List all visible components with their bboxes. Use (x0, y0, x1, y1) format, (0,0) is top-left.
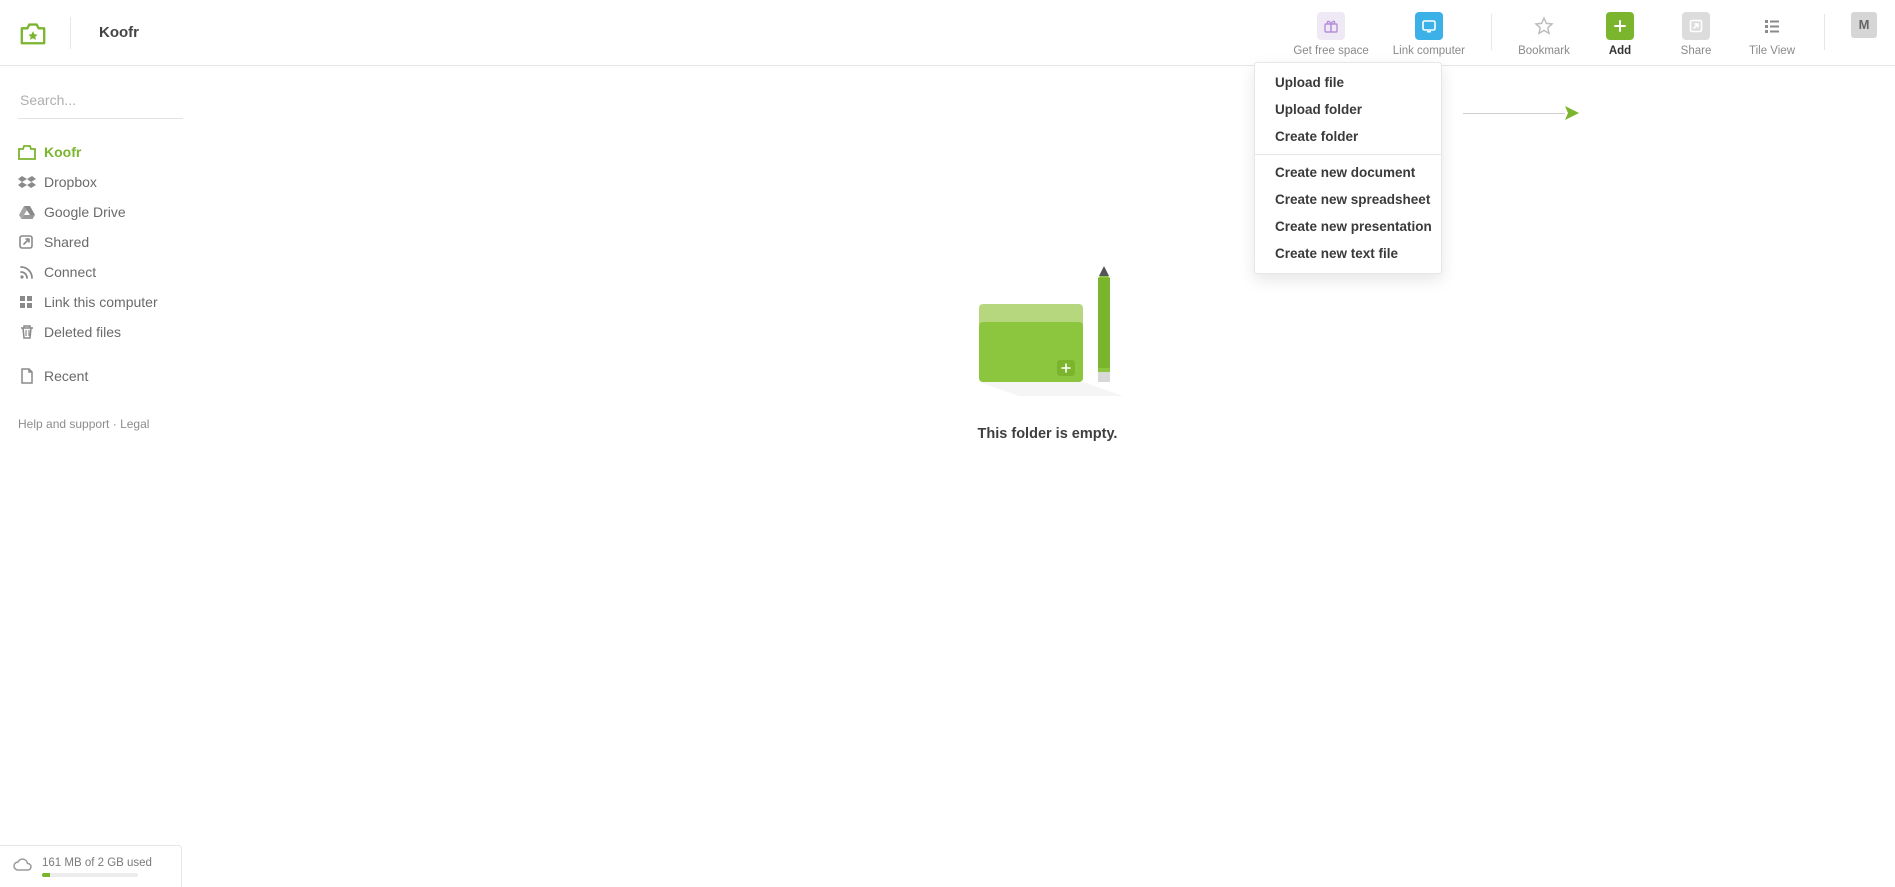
add-button[interactable]: Add (1594, 8, 1646, 58)
storage-widget[interactable]: 161 MB of 2 GB used (0, 845, 182, 887)
dropbox-icon (18, 174, 44, 190)
empty-folder-illustration (973, 266, 1123, 396)
avatar[interactable]: M (1851, 12, 1877, 38)
cloud-icon (12, 857, 32, 876)
bookmark-label: Bookmark (1518, 44, 1570, 58)
sidebar-footer: Help and support · Legal (18, 417, 200, 431)
empty-message: This folder is empty. (978, 426, 1118, 442)
storage-text: 161 MB of 2 GB used (42, 857, 152, 869)
grid-icon (18, 294, 44, 310)
sidebar-item-label: Connect (44, 264, 96, 280)
legal-link[interactable]: Legal (120, 417, 149, 431)
dd-upload-file[interactable]: Upload file (1255, 69, 1441, 96)
gdrive-icon (18, 204, 44, 220)
sidebar-item-label: Recent (44, 368, 88, 384)
sidebar-item-koofr[interactable]: Koofr (18, 137, 200, 167)
sidebar-item-dropbox[interactable]: Dropbox (18, 167, 200, 197)
add-label: Add (1609, 44, 1631, 58)
share-label: Share (1681, 44, 1712, 58)
dd-new-presentation[interactable]: Create new presentation (1255, 213, 1441, 240)
app-logo[interactable] (18, 19, 48, 47)
top-separator (1491, 14, 1492, 50)
add-dropdown: Upload file Upload folder Create folder … (1254, 62, 1442, 274)
breadcrumb[interactable]: Koofr (99, 24, 139, 41)
sidebar-item-gdrive[interactable]: Google Drive (18, 197, 200, 227)
trash-icon (18, 324, 44, 340)
empty-state: This folder is empty. (973, 266, 1123, 442)
gift-icon (1317, 12, 1345, 40)
sidebar-item-connect[interactable]: Connect (18, 257, 200, 287)
share-button[interactable]: Share (1670, 8, 1722, 58)
bookmark-button[interactable]: Bookmark (1518, 8, 1570, 58)
dd-separator (1255, 154, 1441, 155)
sidebar-item-label: Koofr (44, 144, 81, 160)
link-computer-button[interactable]: Link computer (1393, 8, 1465, 58)
arrow-head-icon (1565, 106, 1579, 120)
storage-bar-fill (42, 873, 50, 877)
sidebar-item-deleted[interactable]: Deleted files (18, 317, 200, 347)
hint-arrow (1463, 106, 1579, 120)
sidebar-item-label: Google Drive (44, 204, 126, 220)
rss-icon (18, 264, 44, 280)
get-free-space-label: Get free space (1293, 44, 1368, 58)
get-free-space-button[interactable]: Get free space (1293, 8, 1368, 58)
main-area: This folder is empty. (200, 66, 1895, 887)
dd-upload-folder[interactable]: Upload folder (1255, 96, 1441, 123)
search-input[interactable] (18, 84, 183, 119)
tile-view-button[interactable]: Tile View (1746, 8, 1798, 58)
sidebar: Koofr Dropbox Google Drive Shared Connec… (0, 66, 200, 887)
storage-bar (42, 873, 138, 877)
sidebar-item-recent[interactable]: Recent (18, 361, 200, 391)
dd-new-document[interactable]: Create new document (1255, 159, 1441, 186)
top-divider (70, 17, 71, 49)
sidebar-item-label: Dropbox (44, 174, 97, 190)
dd-new-textfile[interactable]: Create new text file (1255, 240, 1441, 267)
sidebar-item-label: Link this computer (44, 294, 158, 310)
tile-view-icon (1758, 12, 1786, 40)
tile-view-label: Tile View (1749, 44, 1795, 58)
star-icon (1530, 12, 1558, 40)
top-separator-2 (1824, 14, 1825, 50)
share-icon (1682, 12, 1710, 40)
link-computer-label: Link computer (1393, 44, 1465, 58)
dd-new-spreadsheet[interactable]: Create new spreadsheet (1255, 186, 1441, 213)
topbar: Koofr Get free space Link computer Bookm… (0, 0, 1895, 66)
help-link[interactable]: Help and support (18, 417, 109, 431)
shared-icon (18, 234, 44, 250)
sidebar-item-label: Shared (44, 234, 89, 250)
plus-icon (1606, 12, 1634, 40)
top-actions: Get free space Link computer Bookmark Ad… (1281, 8, 1877, 58)
koofr-icon (18, 144, 44, 160)
sidebar-item-label: Deleted files (44, 324, 121, 340)
dd-create-folder[interactable]: Create folder (1255, 123, 1441, 150)
sidebar-item-link-computer[interactable]: Link this computer (18, 287, 200, 317)
monitor-icon (1415, 12, 1443, 40)
sidebar-item-shared[interactable]: Shared (18, 227, 200, 257)
file-icon (18, 368, 44, 384)
footer-sep: · (109, 417, 120, 431)
